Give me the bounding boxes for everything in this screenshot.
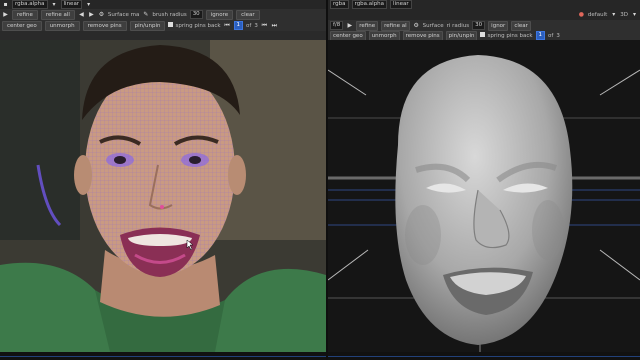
clear-button[interactable]: clear bbox=[511, 20, 531, 31]
timeline-line bbox=[0, 356, 326, 357]
alpha-dropdown[interactable]: rgba.alpha bbox=[351, 0, 388, 9]
play-icon[interactable]: ▶ bbox=[2, 11, 9, 18]
head-3d-viewport[interactable] bbox=[328, 40, 640, 352]
mode-label[interactable]: Surface bbox=[423, 23, 444, 29]
record-icon[interactable]: ● bbox=[578, 11, 585, 18]
remove-pins-button[interactable]: remove pins bbox=[402, 31, 443, 40]
ignore-button[interactable]: ignor bbox=[488, 20, 509, 31]
tool-bar: f/8 ▶ refine refine al ⚙ Surface ri radi… bbox=[328, 20, 640, 31]
tool-bar: ▶ refine refine all ◀ ▶ ⚙ Surface ma ✎ b… bbox=[0, 9, 326, 20]
timeline-line bbox=[328, 356, 640, 357]
face-video-viewport[interactable] bbox=[0, 40, 326, 352]
frustum-line bbox=[328, 249, 369, 281]
prev-frame-icon[interactable]: ⏮ bbox=[224, 22, 231, 29]
timeline-bar[interactable] bbox=[0, 352, 326, 360]
pin-unpin-button[interactable]: pin/unpin bbox=[129, 20, 166, 31]
frame-field[interactable]: f/8 bbox=[330, 21, 344, 30]
refine-all-button[interactable]: refine all bbox=[40, 9, 75, 20]
frustum-line bbox=[599, 249, 640, 281]
frame-of-label: of bbox=[548, 32, 554, 39]
checkbox-icon[interactable] bbox=[480, 32, 486, 37]
brush-radius-field[interactable]: 30 bbox=[189, 10, 203, 19]
first-frame-icon[interactable]: ⏮ bbox=[261, 22, 268, 29]
frustum-line bbox=[328, 69, 367, 96]
brush-icon[interactable]: ✎ bbox=[142, 11, 149, 18]
mode-label[interactable]: Surface ma bbox=[108, 12, 139, 18]
unmorph-button[interactable]: unmorph bbox=[44, 20, 80, 31]
brush-radius-label: ri radius bbox=[446, 22, 470, 29]
frame-total-label: 3 bbox=[556, 32, 560, 39]
channels-dropdown[interactable]: rgba bbox=[330, 0, 349, 9]
frustum-line bbox=[599, 69, 640, 96]
frame-current-field[interactable]: 1 bbox=[535, 31, 546, 40]
timeline-bar[interactable] bbox=[328, 352, 640, 360]
channels-dropdown[interactable]: rgba.alpha bbox=[12, 0, 48, 9]
chevron-down-icon[interactable]: ▾ bbox=[85, 1, 92, 8]
gear-icon[interactable]: ⚙ bbox=[98, 11, 105, 18]
frame-current-field[interactable]: 1 bbox=[233, 21, 244, 30]
pin-unpin-button[interactable]: pin/unpin bbox=[445, 31, 478, 40]
frame-of-label: of bbox=[246, 22, 252, 29]
spring-pins-back-toggle[interactable]: spring pins back bbox=[480, 32, 533, 39]
unmorph-button[interactable]: unmorph bbox=[368, 31, 400, 40]
spring-pins-back-toggle[interactable]: spring pins back bbox=[168, 22, 221, 29]
viewer-header-bar: ▪ rgba.alpha ▾ linear ▾ bbox=[0, 0, 326, 9]
clear-button[interactable]: clear bbox=[236, 9, 260, 20]
app-window: ▪ rgba.alpha ▾ linear ▾ ▶ refine refine … bbox=[0, 0, 640, 360]
play-icon[interactable]: ▶ bbox=[346, 22, 353, 29]
center-geo-button[interactable]: center geo bbox=[2, 20, 42, 31]
head-3d-render bbox=[328, 55, 640, 352]
gear-icon[interactable]: ⚙ bbox=[413, 22, 420, 29]
spring-pins-back-label: spring pins back bbox=[487, 33, 533, 39]
spring-pins-back-label: spring pins back bbox=[175, 23, 221, 29]
pin-tool-bar: center geo unmorph remove pins pin/unpin… bbox=[328, 31, 640, 40]
play-forward-icon[interactable]: ▶ bbox=[88, 11, 95, 18]
viewer-2d-pane: ▪ rgba.alpha ▾ linear ▾ ▶ refine refine … bbox=[0, 0, 326, 360]
viewer-3d-pane: rgba rgba.alpha linear ● default ▾ 3D ▾ … bbox=[328, 0, 640, 360]
last-frame-icon[interactable]: ⏭ bbox=[271, 22, 278, 29]
checkbox-icon[interactable] bbox=[168, 22, 174, 27]
face-video-frame bbox=[0, 40, 326, 352]
remove-pins-button[interactable]: remove pins bbox=[82, 20, 127, 31]
brush-radius-label: brush radius bbox=[152, 11, 187, 18]
layer-dropdown[interactable]: linear bbox=[60, 0, 83, 9]
preset-dropdown[interactable]: default bbox=[588, 12, 607, 18]
refine-button[interactable]: refine bbox=[356, 20, 379, 31]
chevron-down-icon[interactable]: ▾ bbox=[51, 1, 58, 8]
center-geo-button[interactable]: center geo bbox=[330, 31, 366, 40]
view-mode-dropdown[interactable]: 3D bbox=[620, 12, 628, 18]
chevron-down-icon[interactable]: ▾ bbox=[631, 11, 638, 18]
layer-dropdown[interactable]: linear bbox=[390, 0, 412, 9]
brush-radius-field[interactable]: 30 bbox=[472, 21, 486, 30]
viewer-header-bar: rgba rgba.alpha linear bbox=[328, 0, 640, 9]
viewer-sub-bar bbox=[0, 31, 326, 40]
viewer-options-bar: ● default ▾ 3D ▾ bbox=[328, 9, 640, 20]
refine-all-button[interactable]: refine al bbox=[381, 20, 410, 31]
frame-total-label: 3 bbox=[254, 22, 258, 29]
chevron-down-icon[interactable]: ▾ bbox=[610, 11, 617, 18]
refine-button[interactable]: refine bbox=[12, 9, 38, 20]
viewer-icon: ▪ bbox=[3, 1, 8, 8]
pin-tool-bar: center geo unmorph remove pins pin/unpin… bbox=[0, 20, 326, 31]
step-back-icon[interactable]: ◀ bbox=[78, 11, 85, 18]
ignore-button[interactable]: ignore bbox=[205, 9, 234, 20]
